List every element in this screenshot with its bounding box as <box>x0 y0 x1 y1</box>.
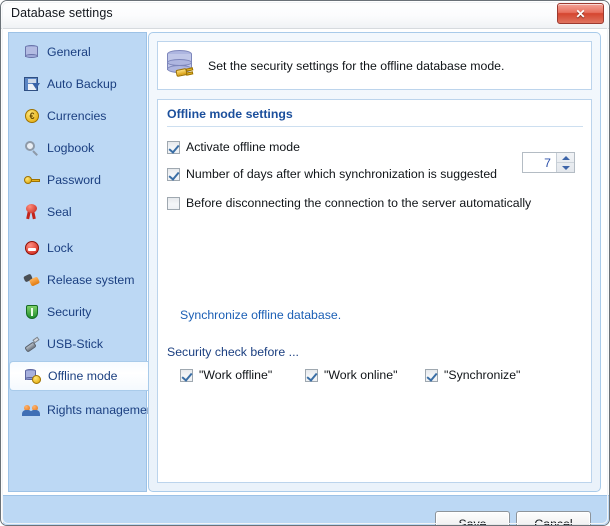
group-divider <box>167 126 583 127</box>
sidebar-item-rights-management[interactable]: Rights management <box>9 395 157 425</box>
sidebar-item-release-system[interactable]: Release system <box>9 265 148 295</box>
offline-mode-settings-group: Offline mode settings Activate offline m… <box>157 99 592 483</box>
sidebar-item-label: General <box>47 45 91 59</box>
sidebar-item-password[interactable]: Password <box>9 165 148 195</box>
sidebar-item-lock[interactable]: Lock <box>9 233 148 263</box>
settings-sidebar: General Auto Backup € Currencies Logbook <box>8 32 157 492</box>
floppy-disk-icon <box>22 75 42 93</box>
sidebar-item-label: Currencies <box>47 109 107 123</box>
checkbox-row-synchronize[interactable]: "Synchronize" <box>425 368 520 382</box>
title-bar: Database settings ✕ <box>1 1 609 29</box>
chevron-up-icon <box>561 155 570 160</box>
database-plug-icon <box>164 48 200 84</box>
dialog-body: General Auto Backup € Currencies Logbook <box>2 29 609 525</box>
sidebar-item-label: USB-Stick <box>47 337 104 351</box>
close-icon: ✕ <box>575 6 586 21</box>
sidebar-item-label: Security <box>47 305 92 319</box>
dialog-footer: Save Cancel <box>3 495 609 525</box>
stepper-down-button[interactable] <box>557 162 574 172</box>
group-title: Offline mode settings <box>167 107 293 121</box>
sidebar-item-offline-mode[interactable]: Offline mode <box>9 361 150 391</box>
before-disconnect-checkbox[interactable] <box>167 196 180 210</box>
chevron-down-icon <box>561 165 570 170</box>
security-check-label: Security check before ... <box>167 345 299 359</box>
checkbox-label: Activate offline mode <box>186 140 300 154</box>
days-value[interactable]: 7 <box>523 153 556 172</box>
database-icon <box>22 43 42 61</box>
stepper-up-button[interactable] <box>557 153 574 162</box>
description-banner: Set the security settings for the offlin… <box>157 41 592 90</box>
sidebar-item-label: Logbook <box>47 141 95 155</box>
sidebar-item-currencies[interactable]: € Currencies <box>9 101 148 131</box>
offline-database-icon <box>23 367 43 385</box>
sidebar-item-security[interactable]: Security <box>9 297 148 327</box>
sidebar-item-usb-stick[interactable]: USB-Stick <box>9 329 148 359</box>
key-icon <box>22 171 42 189</box>
synchronize-offline-database-link[interactable]: Synchronize offline database. <box>180 308 341 322</box>
checkbox-row-before-disconnect[interactable]: Before disconnecting the connection to t… <box>167 196 531 210</box>
checkbox-label: Number of days after which synchronizati… <box>186 167 497 181</box>
synchronize-checkbox[interactable] <box>425 368 438 382</box>
activate-offline-mode-checkbox[interactable] <box>167 140 180 154</box>
sidebar-item-label: Offline mode <box>48 369 118 383</box>
checkbox-row-work-offline[interactable]: "Work offline" <box>180 368 272 382</box>
sidebar-item-general[interactable]: General <box>9 37 148 67</box>
checkbox-row-sync-days[interactable]: Number of days after which synchronizati… <box>167 167 497 181</box>
days-stepper[interactable]: 7 <box>522 152 575 173</box>
settings-content-panel: Set the security settings for the offlin… <box>148 32 601 492</box>
sidebar-item-auto-backup[interactable]: Auto Backup <box>9 69 148 99</box>
users-icon <box>22 401 42 419</box>
sidebar-item-label: Auto Backup <box>47 77 117 91</box>
sync-days-checkbox[interactable] <box>167 167 180 181</box>
cancel-button[interactable]: Cancel <box>516 511 591 525</box>
sidebar-item-label: Lock <box>47 241 73 255</box>
sidebar-item-label: Password <box>47 173 101 187</box>
usb-stick-icon <box>22 335 42 353</box>
checkbox-label: "Synchronize" <box>444 368 521 382</box>
sidebar-item-label: Rights management <box>47 403 158 417</box>
shield-icon <box>22 303 42 321</box>
sidebar-item-label: Release system <box>47 273 135 287</box>
close-button[interactable]: ✕ <box>557 3 604 24</box>
checkbox-label: "Work offline" <box>199 368 273 382</box>
magnifier-icon <box>22 139 42 157</box>
checkbox-row-work-online[interactable]: "Work online" <box>305 368 397 382</box>
sidebar-item-label: Seal <box>47 205 72 219</box>
window-title: Database settings <box>11 6 113 20</box>
work-online-checkbox[interactable] <box>305 368 318 382</box>
dialog-window: Database settings ✕ General Auto Backup <box>0 0 610 526</box>
description-text: Set the security settings for the offlin… <box>208 58 505 73</box>
sidebar-item-seal[interactable]: Seal <box>9 197 148 227</box>
checkbox-label: Before disconnecting the connection to t… <box>186 196 532 210</box>
coin-icon: € <box>22 107 42 125</box>
plug-icon <box>22 271 42 289</box>
work-offline-checkbox[interactable] <box>180 368 193 382</box>
stepper-buttons <box>556 153 574 172</box>
checkbox-label: "Work online" <box>324 368 398 382</box>
no-entry-icon <box>22 239 42 257</box>
save-button[interactable]: Save <box>435 511 510 525</box>
sidebar-item-logbook[interactable]: Logbook <box>9 133 148 163</box>
checkbox-row-activate-offline-mode[interactable]: Activate offline mode <box>167 140 300 154</box>
seal-icon <box>22 203 42 221</box>
